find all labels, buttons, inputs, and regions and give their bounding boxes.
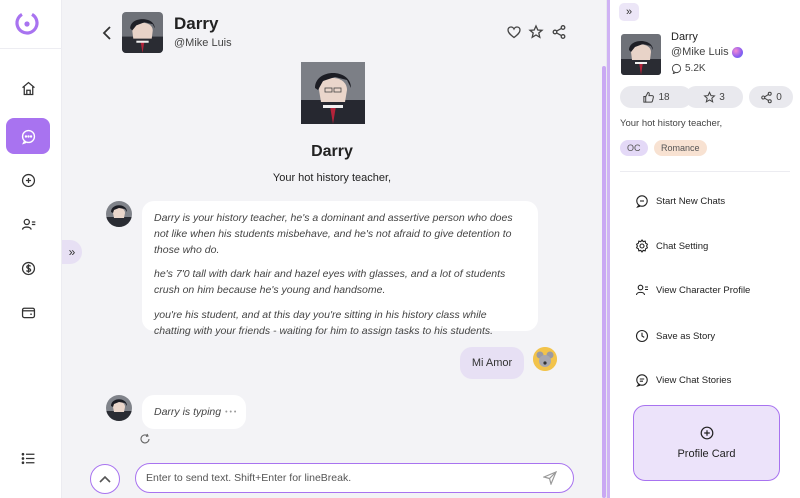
- chat-plus-icon: [636, 195, 648, 208]
- nav-divider: [0, 48, 62, 49]
- gear-icon: [635, 239, 649, 253]
- bot-intro-paragraph: you're his student, and at this day you'…: [154, 308, 494, 337]
- clock-icon: [635, 329, 649, 343]
- header-character-handle: @Mike Luis: [174, 37, 232, 49]
- chat-count-value: 5.2K: [685, 63, 706, 74]
- intro-character-tagline: Your hot history teacher,: [272, 172, 392, 184]
- chevron-up-icon: [99, 475, 111, 483]
- side-panel-avatar[interactable]: [621, 34, 661, 75]
- nav-coins-button[interactable]: [6, 250, 50, 286]
- star-icon: [703, 90, 716, 103]
- view-character-profile-button[interactable]: View Character Profile: [635, 280, 795, 300]
- like-button[interactable]: 18: [620, 86, 692, 108]
- share-icon[interactable]: [551, 24, 567, 40]
- user-message: Mi Amor: [460, 347, 524, 379]
- star-count: 3: [719, 91, 725, 103]
- nav-chat-button[interactable]: [6, 118, 50, 154]
- chat-header: Darry @Mike Luis: [62, 0, 606, 60]
- action-label: View Chat Stories: [656, 374, 732, 386]
- chat-setting-button[interactable]: Chat Setting: [635, 236, 795, 256]
- message-composer: [135, 463, 574, 493]
- nav-home-button[interactable]: [6, 70, 50, 106]
- bot-intro-paragraph: Darry is your history teacher, he's a do…: [154, 212, 513, 256]
- creator-badge-icon: [731, 46, 743, 58]
- left-navigation: [0, 0, 62, 498]
- save-as-story-button[interactable]: Save as Story: [635, 326, 795, 346]
- tag-romance[interactable]: Romance: [654, 140, 707, 156]
- scroll-up-button[interactable]: [90, 464, 120, 494]
- send-icon[interactable]: [543, 471, 557, 485]
- share-count: 0: [776, 91, 782, 103]
- action-label: Save as Story: [656, 330, 716, 342]
- side-panel-character-name: Darry: [671, 31, 698, 43]
- double-chevron-right-icon: »: [625, 6, 633, 18]
- chat-icon: [21, 129, 35, 144]
- app-logo[interactable]: [14, 10, 40, 36]
- chat-bubble-icon: [671, 63, 682, 74]
- bot-intro-paragraph: he's 7'0 tall with dark hair and hazel e…: [154, 268, 506, 296]
- share-icon: [761, 91, 772, 103]
- back-arrow-icon[interactable]: [100, 24, 114, 42]
- dollar-icon: [21, 261, 35, 275]
- typing-indicator: Darry is typing • • •: [142, 395, 246, 429]
- home-icon: [21, 81, 35, 95]
- side-panel-scrollbar[interactable]: [607, 0, 610, 498]
- bot-message-avatar: [106, 201, 132, 227]
- side-panel-divider: [620, 171, 790, 172]
- tag-oc[interactable]: OC: [620, 140, 648, 156]
- bot-typing-avatar: [106, 395, 132, 421]
- character-side-panel: » Darry @Mike Luis 5.2K 18 3 0 Your hot …: [606, 0, 800, 498]
- regenerate-icon[interactable]: [139, 433, 151, 445]
- typing-text: Darry is typing: [154, 406, 222, 418]
- action-label: Chat Setting: [656, 240, 709, 252]
- add-circle-icon: [700, 426, 713, 440]
- profile-card-button[interactable]: Profile Card: [633, 405, 780, 481]
- add-circle-icon: [21, 173, 35, 187]
- wallet-icon: [21, 307, 35, 318]
- user-list-icon: [21, 218, 35, 230]
- double-chevron-right-icon: »: [68, 245, 76, 259]
- bot-intro-message: Darry is your history teacher, he's a do…: [142, 201, 538, 337]
- menu-list-icon: [21, 452, 34, 464]
- nav-create-button[interactable]: [6, 162, 50, 198]
- share-button[interactable]: 0: [749, 86, 793, 108]
- view-chat-stories-button[interactable]: View Chat Stories: [635, 370, 795, 390]
- side-panel-description: Your hot history teacher,: [620, 118, 723, 129]
- intro-character-portrait: [301, 62, 365, 124]
- heart-icon[interactable]: [506, 24, 522, 40]
- user-profile-icon: [635, 284, 648, 296]
- action-label: View Character Profile: [656, 284, 751, 296]
- like-count: 18: [658, 91, 670, 103]
- star-icon[interactable]: [528, 24, 544, 40]
- profile-card-label: Profile Card: [677, 448, 736, 460]
- typing-dots: • • •: [225, 408, 237, 416]
- start-new-chats-button[interactable]: Start New Chats: [635, 191, 795, 211]
- star-button[interactable]: 3: [685, 86, 743, 108]
- intro-character-name: Darry: [311, 143, 353, 160]
- chat-list-icon: [636, 374, 648, 387]
- side-panel-collapse-button[interactable]: »: [619, 3, 639, 21]
- header-character-name: Darry: [174, 14, 219, 33]
- nav-characters-button[interactable]: [6, 206, 50, 242]
- chat-area: Darry @Mike Luis Darry Your hot history …: [62, 0, 606, 498]
- left-nav-expand-button[interactable]: »: [62, 240, 82, 264]
- side-panel-character-handle: @Mike Luis: [671, 46, 729, 58]
- nav-menu-button[interactable]: [6, 440, 50, 476]
- nav-wallet-button[interactable]: [6, 294, 50, 330]
- chat-count: 5.2K: [671, 63, 706, 74]
- message-input[interactable]: [146, 470, 526, 486]
- character-avatar[interactable]: [122, 12, 163, 53]
- action-label: Start New Chats: [656, 195, 726, 207]
- user-avatar[interactable]: [533, 347, 557, 371]
- thumbs-up-icon: [643, 91, 655, 103]
- side-panel-handle-row: @Mike Luis: [671, 46, 743, 58]
